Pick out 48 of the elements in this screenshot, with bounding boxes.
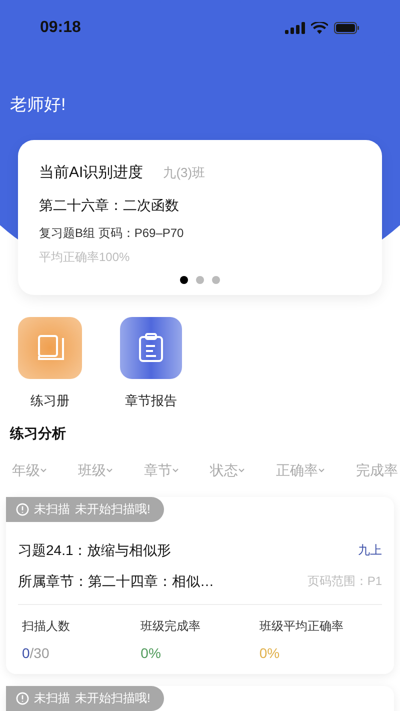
battery-icon bbox=[334, 22, 360, 34]
caret-icon bbox=[40, 468, 47, 472]
stat-label: 班级完成率 bbox=[140, 618, 202, 634]
status-time: 09:18 bbox=[40, 18, 81, 38]
stat-label: 扫描人数 bbox=[22, 618, 71, 634]
progress-card[interactable]: 当前AI识别进度 九(3)班 第二十六章：二次函数 复习题B组 页码：P69–P70 平均正确率100% bbox=[18, 140, 382, 295]
section-text: 复习题B组 页码：P69–P70 bbox=[39, 224, 185, 242]
report-tile[interactable] bbox=[120, 317, 182, 379]
page-range: 页码范围：P1 bbox=[307, 573, 382, 590]
stat-label: 班级平均正确率 bbox=[259, 618, 344, 634]
caret-icon bbox=[238, 468, 245, 472]
filter-dropdown[interactable]: 年级 bbox=[12, 460, 47, 480]
filter-dropdown[interactable]: 班级 bbox=[78, 460, 113, 480]
grade-tag: 九上 bbox=[358, 541, 382, 559]
caret-icon bbox=[106, 468, 113, 472]
status-text: 未扫描 bbox=[34, 690, 70, 707]
filter-dropdown[interactable]: 正确率 bbox=[276, 460, 325, 480]
task-card[interactable]: 未扫描 未开始扫描哦! 习题24.1：放缩与相似形 九上 所属章节：第二十四章：相似… 页码范围：P1 扫描人数 0/30 班级完成率 0% 班级平均正确率 0% bbox=[6, 496, 394, 674]
book-tile[interactable] bbox=[18, 317, 82, 379]
greeting: 老师好! bbox=[10, 94, 66, 116]
info-icon bbox=[16, 692, 29, 704]
section-title: 练习分析 bbox=[8, 424, 67, 442]
shortcut-label[interactable]: 练习册 bbox=[30, 391, 70, 410]
signal-icon bbox=[285, 22, 305, 34]
stat-value: 0 bbox=[22, 644, 30, 662]
class-label: 九(3)班 bbox=[163, 164, 206, 182]
task-card[interactable]: 未扫描 未开始扫描哦! bbox=[6, 686, 394, 711]
chapter-text: 所属章节：第二十四章：相似… bbox=[18, 572, 214, 590]
caret-icon bbox=[318, 468, 325, 472]
status-message: 未开始扫描哦! bbox=[75, 501, 150, 518]
filter-dropdown[interactable]: 状态 bbox=[210, 460, 245, 480]
clipboard-icon bbox=[137, 333, 165, 363]
wifi-icon bbox=[311, 22, 328, 34]
accuracy-text: 平均正确率100% bbox=[39, 248, 131, 266]
filter-dropdown[interactable]: 章节 bbox=[144, 460, 179, 480]
chapter-text: 第二十六章：二次函数 bbox=[39, 196, 180, 214]
book-icon bbox=[35, 333, 65, 363]
filter-dropdown[interactable]: 完成率 bbox=[356, 460, 398, 480]
caret-icon bbox=[172, 468, 179, 472]
task-title: 习题24.1：放缩与相似形 bbox=[18, 540, 172, 560]
status-text: 未扫描 bbox=[34, 501, 70, 518]
stat-value: 0% bbox=[259, 644, 280, 662]
shortcut-label[interactable]: 章节报告 bbox=[125, 391, 177, 410]
info-icon bbox=[16, 502, 29, 516]
status-message: 未开始扫描哦! bbox=[75, 690, 150, 707]
stat-total: /30 bbox=[30, 644, 50, 662]
card-title: 当前AI识别进度 bbox=[39, 163, 144, 183]
stat-value: 0% bbox=[140, 644, 161, 662]
